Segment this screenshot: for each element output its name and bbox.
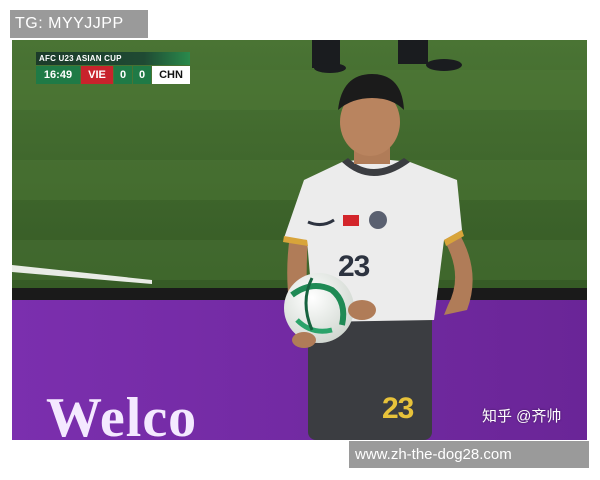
url-watermark: www.zh-the-dog28.com (349, 441, 589, 468)
scene-svg (12, 40, 587, 440)
tg-watermark: TG: MYYJJPP (10, 10, 148, 38)
ad-board-text: Welco (46, 387, 198, 449)
scoreboard: AFC U23 ASIAN CUP 16:49 VIE 0 0 CHN (36, 52, 190, 86)
jersey-number: 23 (338, 250, 370, 283)
match-clock: 16:49 (36, 66, 80, 84)
away-score: 0 (133, 66, 151, 84)
score-row: 16:49 VIE 0 0 CHN (36, 66, 190, 84)
away-team: CHN (152, 66, 190, 84)
home-team: VIE (81, 66, 113, 84)
shorts-number: 23 (382, 392, 414, 425)
match-photo (12, 40, 587, 440)
tournament-name: AFC U23 ASIAN CUP (36, 52, 190, 65)
home-score: 0 (114, 66, 132, 84)
flag-badge (343, 215, 359, 226)
zhihu-watermark: 知乎 @齐帅 (482, 408, 562, 425)
